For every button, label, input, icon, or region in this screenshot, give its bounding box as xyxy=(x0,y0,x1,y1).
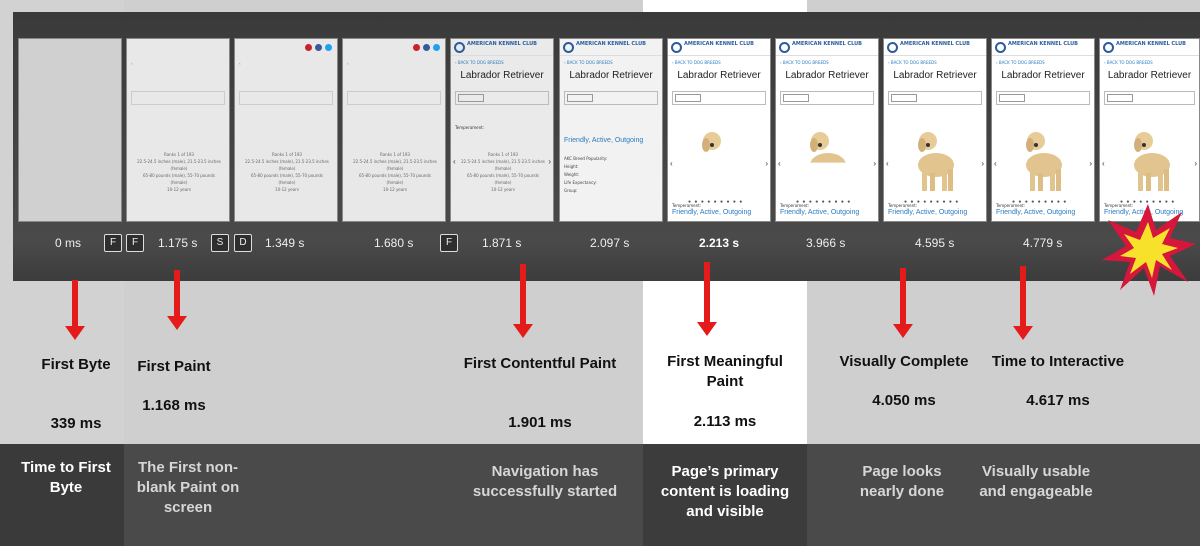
akc-logo-icon xyxy=(779,42,790,53)
visually-complete-arrow xyxy=(893,268,913,338)
frame-8-thumbnail: AMERICAN KENNEL CLUB ‹ BACK TO DOG BREEDS… xyxy=(883,38,987,222)
metric-time-to-interactive-value: 4.617 ms xyxy=(1026,392,1090,409)
frame-7-thumbnail: AMERICAN KENNEL CLUB ‹ BACK TO DOG BREEDS… xyxy=(775,38,879,222)
frame-10-thumbnail: AMERICAN KENNEL CLUB ‹ BACK TO DOG BREEDS… xyxy=(1099,38,1200,222)
frame-badge-f: F xyxy=(126,234,144,252)
frame-badge-f: F xyxy=(440,234,458,252)
metric-visually-complete-label: Visually Complete xyxy=(839,353,969,370)
akc-logo-icon xyxy=(1103,42,1114,53)
life-text: 10-12 years xyxy=(167,187,191,192)
akc-logo-icon xyxy=(671,42,682,53)
frame-1-thumbnail: ‹ Ranks 1 of 193 22.5-24.5 inches (male)… xyxy=(126,38,230,222)
frame-time-label: 4.595 s xyxy=(915,236,955,250)
frame-2-thumbnail: ‹ Ranks 1 of 193 22.5-24.5 inches (male)… xyxy=(234,38,338,222)
chevron-right-icon: › xyxy=(1089,159,1092,168)
breed-title: Labrador Retriever xyxy=(677,70,761,81)
metric-first-byte-value: 339 ms xyxy=(50,415,102,432)
chevron-left-icon: ‹ xyxy=(886,159,889,168)
chevron-right-icon: › xyxy=(1194,159,1197,168)
pinterest-icon xyxy=(305,44,312,51)
labrador-dog-image xyxy=(1014,123,1074,195)
facebook-icon xyxy=(315,44,322,51)
frame-9-thumbnail: AMERICAN KENNEL CLUB ‹ BACK TO DOG BREEDS… xyxy=(991,38,1095,222)
chevron-left-icon: ‹ xyxy=(670,159,673,168)
metric-visually-complete-value: 4.050 ms xyxy=(872,392,936,409)
breed-title: Labrador Retriever xyxy=(460,70,544,81)
chevron-left-icon: ‹ xyxy=(994,159,997,168)
first-meaningful-paint-arrow xyxy=(697,262,717,336)
pinterest-icon xyxy=(413,44,420,51)
breed-title: Labrador Retriever xyxy=(785,70,869,81)
labrador-dog-image xyxy=(798,123,858,195)
chevron-left-icon: ‹ xyxy=(1102,159,1105,168)
chevron-right-icon: › xyxy=(981,159,984,168)
akc-logo-icon xyxy=(887,42,898,53)
chevron-left-icon: ‹ xyxy=(778,159,781,168)
frame-6-thumbnail: AMERICAN KENNEL CLUB ‹ BACK TO DOG BREEDS… xyxy=(667,38,771,222)
explosion-burst-icon xyxy=(1102,204,1196,296)
metric-first-meaningful-paint-label: First Meaningful Paint xyxy=(667,353,783,390)
desc-time-to-first-byte: Time to First Byte xyxy=(21,459,111,496)
metric-first-paint-value: 1.168 ms xyxy=(142,397,206,414)
akc-logo-icon xyxy=(563,42,574,53)
frame-4-thumbnail: AMERICAN KENNEL CLUB ‹ BACK TO DOG BREED… xyxy=(450,38,554,222)
metric-first-contentful-paint-value: 1.901 ms xyxy=(508,414,572,431)
breed-title: Labrador Retriever xyxy=(1001,70,1085,81)
desc-first-meaningful-paint: Page’s primary content is loading and vi… xyxy=(660,463,790,520)
frame-time-label: 4.779 s xyxy=(1023,236,1063,250)
metric-first-contentful-paint-label: First Contentful Paint xyxy=(463,355,617,372)
desc-first-paint: The First non-blank Paint on screen xyxy=(136,459,240,516)
frame-time-label: 2.097 s xyxy=(590,236,630,250)
breed-title: Labrador Retriever xyxy=(1107,70,1192,81)
frame-time-label: 1.871 s xyxy=(482,236,522,250)
rank-text: Ranks 1 of 193 xyxy=(164,152,194,157)
frame-time-label: 2.213 s xyxy=(699,236,740,250)
time-to-interactive-arrow xyxy=(1013,266,1033,340)
frame-time-label: 1.175 s xyxy=(158,236,198,250)
frame-time-label: 0 ms xyxy=(55,236,82,250)
twitter-icon xyxy=(325,44,332,51)
frame-5-thumbnail: AMERICAN KENNEL CLUB ‹ BACK TO DOG BREED… xyxy=(559,38,663,222)
facebook-icon xyxy=(423,44,430,51)
desc-visually-complete: Page looks nearly done xyxy=(859,463,945,500)
frame-time-label: 3.966 s xyxy=(806,236,846,250)
frame-badge-s: S xyxy=(211,234,229,252)
desc-first-contentful-paint: Navigation has successfully started xyxy=(472,463,618,500)
weight-text: 65-80 pounds (male), 55-70 pounds (femal… xyxy=(142,173,215,185)
frame-time-label: 1.680 s xyxy=(374,236,414,250)
metric-first-meaningful-paint-value: 2.113 ms xyxy=(693,413,757,430)
twitter-icon xyxy=(433,44,440,51)
frame-3-thumbnail: ‹ Ranks 1 of 193 22.5-24.5 inches (male)… xyxy=(342,38,446,222)
labrador-dog-image xyxy=(690,123,750,195)
chevron-right-icon: › xyxy=(765,159,768,168)
metric-first-paint-label: First Paint xyxy=(137,358,211,375)
height-text: 22.5-24.5 inches (male), 21.5-23.5 inche… xyxy=(137,159,221,171)
akc-logo-icon xyxy=(454,42,465,53)
breed-title: Labrador Retriever xyxy=(893,70,977,81)
labrador-dog-image xyxy=(906,123,966,195)
chevron-right-icon: › xyxy=(548,157,551,166)
chevron-left-icon: ‹ xyxy=(453,157,456,166)
frame-badge-d: D xyxy=(234,234,252,252)
frame-badge-f: F xyxy=(104,234,122,252)
labrador-dog-image xyxy=(1122,123,1182,195)
first-paint-arrow xyxy=(167,270,187,330)
chevron-right-icon: › xyxy=(873,159,876,168)
first-contentful-paint-arrow xyxy=(513,264,533,338)
frame-0-thumbnail xyxy=(18,38,122,222)
first-byte-arrow xyxy=(65,280,85,340)
akc-logo-icon xyxy=(995,42,1006,53)
metric-time-to-interactive-label: Time to Interactive xyxy=(991,353,1125,370)
desc-time-to-interactive: Visually usable and engageable xyxy=(979,463,1093,500)
frame-time-label: 1.349 s xyxy=(265,236,305,250)
metric-first-byte-label: First Byte xyxy=(41,356,111,373)
